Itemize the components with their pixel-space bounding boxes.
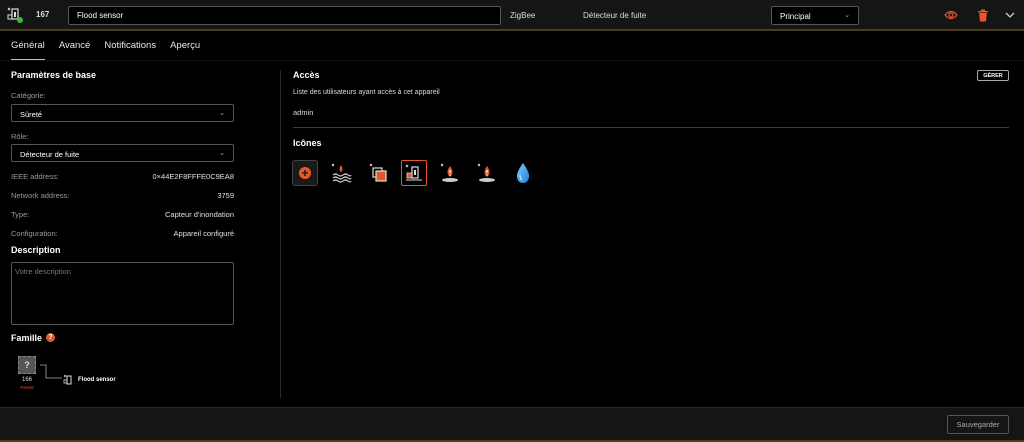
chevron-down-icon: ⌄ — [844, 12, 850, 19]
help-icon[interactable]: ? — [46, 333, 55, 342]
type-value: Capteur d'inondation — [165, 210, 234, 219]
description-input[interactable] — [11, 262, 234, 325]
role-select[interactable]: Détecteur de fuite ⌄ — [11, 144, 234, 162]
flood-sensor-icon — [6, 6, 24, 24]
child-device-icon — [63, 373, 75, 391]
parent-label: Parent — [20, 385, 34, 390]
manage-access-button[interactable]: GÉRER — [977, 70, 1009, 81]
chevron-down-icon: ⌄ — [219, 150, 225, 157]
room-select[interactable]: Principal ⌄ — [771, 6, 859, 25]
category-select[interactable]: Sûreté ⌄ — [11, 104, 234, 122]
network-address-value: 3759 — [217, 191, 234, 200]
chevron-down-icon: ⌄ — [219, 110, 225, 117]
parent-device-icon[interactable]: ? — [18, 356, 36, 374]
configuration-label: Configuration: — [11, 229, 58, 238]
type-label: Type: — [11, 210, 30, 219]
tab-preview[interactable]: Aperçu — [170, 40, 200, 60]
child-device-name[interactable]: Flood sensor — [78, 377, 116, 383]
device-type-label: Détecteur de fuite — [583, 11, 647, 20]
footer-bar: Sauvegarder — [0, 407, 1024, 442]
square-device-icon[interactable] — [365, 160, 391, 186]
description-title: Description — [11, 245, 61, 255]
parent-id: 166 — [21, 377, 32, 383]
tab-bar: Général Avancé Notifications Aperçu — [11, 40, 214, 60]
basic-params-title: Paramètres de base — [11, 70, 97, 80]
chevron-down-icon[interactable] — [1002, 7, 1018, 23]
tab-general[interactable]: Général — [11, 40, 45, 60]
flood-sensor-icon[interactable] — [401, 160, 427, 186]
ieee-address-label: IEEE address: — [11, 172, 59, 181]
water-drop-alert-2-icon[interactable] — [474, 160, 500, 186]
tab-advanced[interactable]: Avancé — [59, 40, 91, 60]
device-name-input[interactable] — [68, 6, 501, 25]
access-subtitle: Liste des utilisateurs ayant accès à cet… — [293, 89, 440, 96]
trash-icon[interactable] — [975, 7, 991, 23]
ieee-address-value: 0×44E2F8FFFE0C9EA8 — [152, 172, 234, 181]
protocol-label: ZigBee — [510, 11, 536, 20]
eye-icon[interactable] — [943, 7, 959, 23]
family-title: Famille — [11, 333, 43, 343]
access-user: admin — [293, 108, 314, 117]
device-id: 167 — [36, 10, 50, 19]
device-header: 167 ZigBee Détecteur de fuite Principal … — [0, 0, 1024, 31]
family-connector — [40, 364, 62, 379]
network-address-label: Network address: — [11, 191, 70, 200]
tab-notifications[interactable]: Notifications — [104, 40, 156, 60]
tab-divider — [0, 60, 1024, 61]
water-waves-icon[interactable] — [328, 160, 354, 186]
role-label: Rôle: — [11, 132, 29, 141]
icons-title: Icônes — [293, 138, 322, 148]
water-drop-alert-icon[interactable] — [437, 160, 463, 186]
add-icon[interactable] — [292, 160, 318, 186]
column-divider — [280, 70, 281, 398]
configuration-value: Appareil configuré — [173, 229, 234, 238]
water-drop-icon[interactable] — [510, 160, 536, 186]
category-label: Catégorie: — [11, 91, 46, 100]
category-select-value: Sûreté — [20, 110, 43, 119]
room-select-value: Principal — [780, 12, 811, 21]
role-select-value: Détecteur de fuite — [20, 150, 80, 159]
access-title: Accès — [293, 70, 320, 80]
section-divider — [293, 127, 1009, 128]
save-button[interactable]: Sauvegarder — [947, 415, 1009, 434]
